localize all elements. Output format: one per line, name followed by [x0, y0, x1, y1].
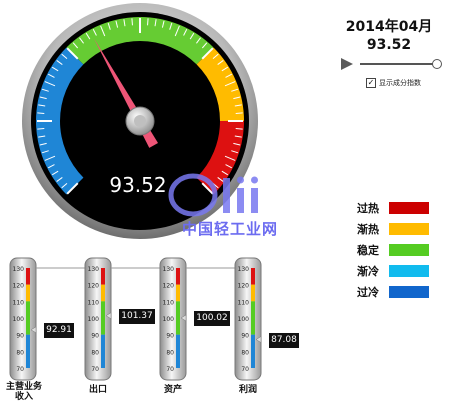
- thermometer-tick-label: 100: [238, 316, 250, 323]
- thermometer-tick-label: 90: [166, 333, 174, 340]
- thermometer-tick-label: 70: [166, 366, 174, 373]
- thermometer-tick-label: 130: [238, 266, 250, 273]
- legend-swatch: [389, 243, 429, 256]
- thermometer-band: [101, 284, 105, 302]
- thermometer-category-label: 出口: [88, 385, 107, 395]
- thermometer-band: [251, 334, 255, 368]
- legend-item: 过热: [357, 197, 429, 218]
- thermometer-band: [101, 334, 105, 368]
- thermometer-band: [176, 301, 180, 335]
- thermometer-band: [251, 301, 255, 335]
- thermometer-tick-label: 70: [241, 366, 249, 373]
- legend-label: 稳定: [357, 243, 379, 257]
- thermometer-value-label: 100.02: [194, 310, 230, 326]
- thermometer-tick-label: 100: [13, 316, 25, 323]
- legend-swatch: [389, 201, 429, 214]
- legend-item: 渐热: [357, 218, 429, 239]
- play-icon[interactable]: [340, 57, 354, 71]
- legend-swatch: [389, 222, 429, 235]
- period-index-value: 93.52: [366, 37, 412, 53]
- thermometer-band: [26, 301, 30, 335]
- gauge-tick: [37, 112, 45, 114]
- thermometer-category-label: 资产: [163, 385, 182, 395]
- legend-label: 渐冷: [357, 264, 379, 278]
- thermometer-tick-label: 110: [13, 299, 25, 306]
- thermometer-tick-label: 70: [16, 366, 24, 373]
- thermometer-value-label: 87.08: [269, 332, 299, 348]
- legend-label: 过热: [357, 201, 379, 215]
- timeline-slider[interactable]: [360, 63, 440, 65]
- thermometer-tick-label: 130: [88, 266, 100, 273]
- legend-label: 渐热: [357, 222, 379, 236]
- thermometer-tick-label: 100: [163, 316, 175, 323]
- gauge-tick: [235, 112, 243, 114]
- thermometer-band: [176, 284, 180, 302]
- legend-swatch: [389, 285, 429, 298]
- thermometer-tick-label: 130: [13, 266, 25, 273]
- gauge-tick: [235, 128, 243, 130]
- thermometer-tick-label: 100: [88, 316, 100, 323]
- gauge-tick: [147, 18, 149, 26]
- thermometer-band: [251, 284, 255, 302]
- thermometer-tick-label: 120: [88, 283, 100, 290]
- thermometer-tick-label: 80: [16, 349, 24, 356]
- thermometer-tick-label: 90: [241, 333, 249, 340]
- thermometer-band: [101, 268, 105, 285]
- thermometer-tick-label: 80: [91, 349, 99, 356]
- show-components-label: 显示成分指数: [379, 79, 421, 87]
- thermometer-tick-label: 70: [91, 366, 99, 373]
- thermometer-band: [251, 268, 255, 285]
- thermometer-tick-label: 110: [88, 299, 100, 306]
- period-title: 2014年04月: [345, 19, 433, 35]
- thermometer: 130 120 110 100 90 80 70: [234, 257, 262, 381]
- thermometer-category-label: 主营业务收入: [5, 382, 42, 402]
- timeline-slider-thumb[interactable]: [432, 59, 442, 69]
- thermometer-band: [176, 268, 180, 285]
- thermometer-band: [26, 268, 30, 285]
- legend-label: 过冷: [357, 285, 379, 299]
- thermometer-tick-label: 120: [238, 283, 250, 290]
- thermometer-tick-label: 90: [16, 333, 24, 340]
- thermometer-band: [26, 284, 30, 302]
- legend-item: 过冷: [357, 281, 429, 302]
- thermometer-band: [26, 334, 30, 368]
- gauge-tick: [37, 128, 45, 130]
- show-components-checkbox[interactable]: ✓: [366, 78, 376, 88]
- clii-logo-watermark: [168, 173, 258, 217]
- thermometer-tick-label: 120: [163, 283, 175, 290]
- status-legend: 过热渐热稳定渐冷过冷: [357, 197, 429, 302]
- thermometer-band: [101, 301, 105, 335]
- thermometer-band: [176, 334, 180, 368]
- legend-item: 渐冷: [357, 260, 429, 281]
- watermark-text: 中国轻工业网: [181, 220, 278, 238]
- thermometer-tick-label: 110: [238, 299, 250, 306]
- thermometer-tick-label: 130: [163, 266, 175, 273]
- show-components-toggle[interactable]: ✓ 显示成分指数: [366, 78, 421, 88]
- thermometer-tick-label: 90: [91, 333, 99, 340]
- legend-item: 稳定: [357, 239, 429, 260]
- gauge-tick: [131, 18, 133, 26]
- thermometer-value-label: 101.37: [119, 308, 155, 324]
- thermometer-category-label: 利润: [238, 385, 257, 395]
- thermometer-tick-label: 110: [163, 299, 175, 306]
- thermometer: 130 120 110 100 90 80 70: [9, 257, 85, 381]
- thermometer-tick-label: 120: [13, 283, 25, 290]
- legend-swatch: [389, 264, 429, 277]
- thermometer-tick-label: 80: [166, 349, 174, 356]
- gauge-value-label: 93.52: [109, 173, 166, 197]
- thermometer-tick-label: 80: [241, 349, 249, 356]
- thermometer-value-label: 92.91: [44, 322, 74, 338]
